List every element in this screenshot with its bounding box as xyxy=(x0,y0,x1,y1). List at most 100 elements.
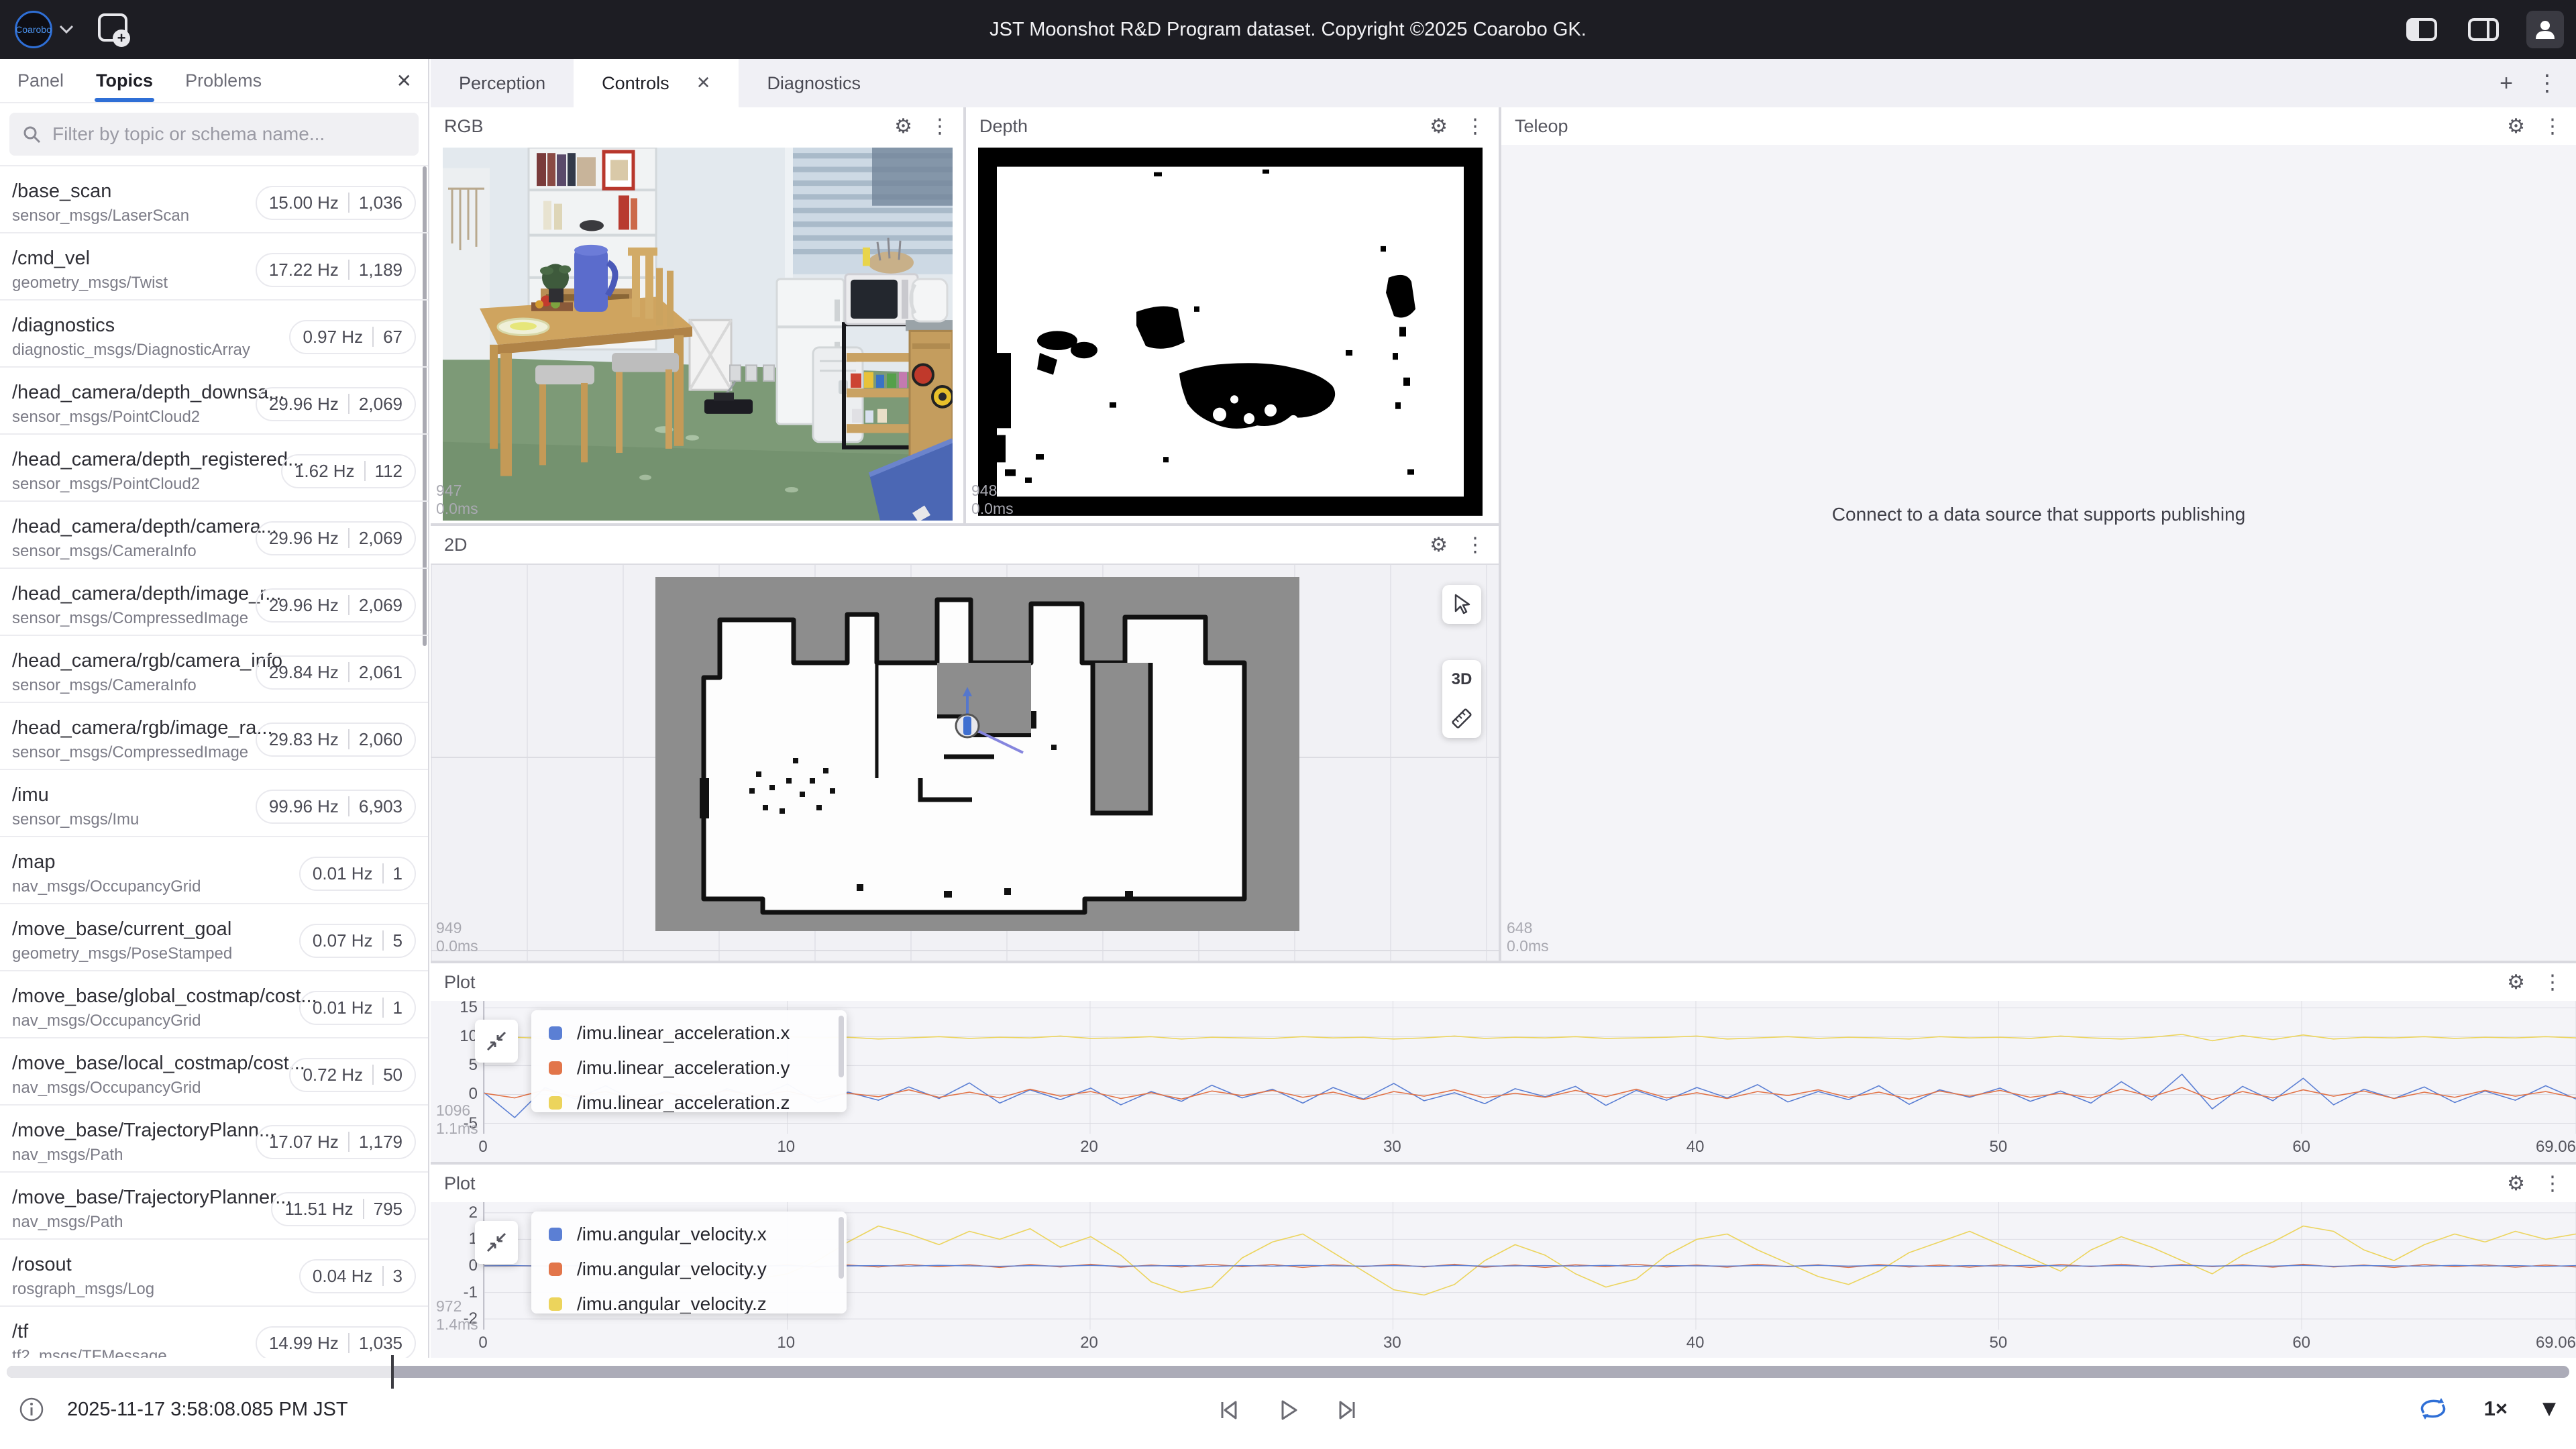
search-input[interactable] xyxy=(51,123,407,146)
topic-list-item[interactable]: /map nav_msgs/OccupancyGrid 0.01 Hz 1 xyxy=(0,837,428,904)
play-button[interactable] xyxy=(1273,1395,1303,1425)
plot-legend[interactable]: /imu.linear_acceleration.x/imu.linear_ac… xyxy=(531,1010,847,1112)
tab-controls[interactable]: Controls ✕ xyxy=(574,59,739,107)
pointer-tool-button[interactable] xyxy=(1442,585,1481,624)
panel-plot-linear-acceleration: Plot ⚙ ⋮ 151050-5 010203040506069.06 xyxy=(431,963,2576,1162)
topic-count: 50 xyxy=(383,1065,402,1085)
topic-list-item[interactable]: /move_base/TrajectoryPlann... nav_msgs/P… xyxy=(0,1106,428,1173)
topic-list-item[interactable]: /move_base/global_costmap/cost... nav_ms… xyxy=(0,971,428,1038)
left-sidebar-toggle-button[interactable] xyxy=(2403,11,2440,48)
topic-list-item[interactable]: /head_camera/rgb/camera_info sensor_msgs… xyxy=(0,636,428,703)
plus-icon: + xyxy=(113,30,130,47)
badge-divider xyxy=(382,998,384,1018)
topic-hz: 29.84 Hz xyxy=(269,662,339,683)
legend-item[interactable]: /imu.linear_acceleration.x xyxy=(531,1016,847,1051)
playhead[interactable] xyxy=(391,1355,394,1389)
gear-icon[interactable]: ⚙ xyxy=(1430,115,1448,138)
topic-filter[interactable] xyxy=(9,113,419,156)
topic-rate-badge: 29.96 Hz 2,069 xyxy=(256,521,416,555)
sidebar-close-icon[interactable]: ✕ xyxy=(396,70,412,92)
legend-item[interactable]: /imu.linear_acceleration.z xyxy=(531,1085,847,1112)
legend-item[interactable]: /imu.angular_velocity.z xyxy=(531,1287,847,1313)
info-icon[interactable] xyxy=(19,1397,44,1422)
topic-list-item[interactable]: /head_camera/depth/camera... sensor_msgs… xyxy=(0,502,428,569)
add-tab-icon[interactable]: + xyxy=(2500,70,2513,97)
topic-list-item[interactable]: /rosout rosgraph_msgs/Log 0.04 Hz 3 xyxy=(0,1240,428,1307)
collapse-legend-button[interactable] xyxy=(475,1221,518,1264)
x-tick-label: 20 xyxy=(1080,1334,1098,1352)
gear-icon[interactable]: ⚙ xyxy=(894,115,912,138)
topic-name: /move_base/TrajectoryPlanner... xyxy=(12,1187,271,1209)
topic-list-item[interactable]: /tf tf2_msgs/TFMessage 14.99 Hz 1,035 xyxy=(0,1307,428,1366)
timeline-scrubber[interactable] xyxy=(7,1366,2569,1378)
topic-list-item[interactable]: /move_base/local_costmap/cost... nav_msg… xyxy=(0,1038,428,1106)
topic-list-item[interactable]: /head_camera/rgb/image_ra... sensor_msgs… xyxy=(0,703,428,770)
legend-item[interactable]: /imu.angular_velocity.x xyxy=(531,1217,847,1252)
sidebar-tab-topics[interactable]: Topics xyxy=(95,61,154,101)
sidebar-tab-panel[interactable]: Panel xyxy=(16,61,65,101)
topic-name: /move_base/local_costmap/cost... xyxy=(12,1053,289,1075)
sidebar-tab-problems[interactable]: Problems xyxy=(184,61,263,101)
app-menu-button[interactable]: Coarobo xyxy=(15,11,74,48)
kebab-menu-icon[interactable]: ⋮ xyxy=(2536,70,2559,97)
skip-forward-button[interactable] xyxy=(1332,1395,1362,1425)
panel-rgb: RGB ⚙ ⋮ xyxy=(431,107,963,523)
legend-item[interactable]: /imu.angular_velocity.y xyxy=(531,1252,847,1287)
measure-tool-button[interactable] xyxy=(1442,699,1481,738)
kebab-menu-icon[interactable]: ⋮ xyxy=(1465,533,1485,557)
depth-camera-scene xyxy=(978,148,1488,521)
topic-schema: nav_msgs/OccupancyGrid xyxy=(12,1012,299,1030)
badge-divider xyxy=(348,193,350,213)
tab-diagnostics[interactable]: Diagnostics xyxy=(739,59,889,107)
rgb-image[interactable] xyxy=(431,145,963,523)
gear-icon[interactable]: ⚙ xyxy=(2507,115,2525,138)
stats-ms: 1.4ms xyxy=(436,1316,478,1334)
topic-list-item[interactable]: /head_camera/depth_downsa... sensor_msgs… xyxy=(0,368,428,435)
topic-list-item[interactable]: /imu sensor_msgs/Imu 99.96 Hz 6,903 xyxy=(0,770,428,837)
topic-list-item[interactable]: /cmd_vel geometry_msgs/Twist 17.22 Hz 1,… xyxy=(0,233,428,301)
x-tick-label: 10 xyxy=(777,1138,795,1157)
legend-scrollbar[interactable] xyxy=(839,1217,844,1279)
kebab-menu-icon[interactable]: ⋮ xyxy=(930,115,950,138)
close-icon[interactable]: ✕ xyxy=(696,73,711,93)
skip-backward-button[interactable] xyxy=(1214,1395,1244,1425)
plot-area[interactable]: 151050-5 010203040506069.06 /imu.linear_… xyxy=(431,1001,2576,1162)
topic-list-item[interactable]: /move_base/current_goal geometry_msgs/Po… xyxy=(0,904,428,971)
topic-list-item[interactable]: /move_base/TrajectoryPlanner... nav_msgs… xyxy=(0,1173,428,1240)
topic-list-item[interactable]: /head_camera/depth_registered... sensor_… xyxy=(0,435,428,502)
topic-list-item[interactable]: /head_camera/depth/image_r... sensor_msg… xyxy=(0,569,428,636)
gear-icon[interactable]: ⚙ xyxy=(1430,533,1448,557)
x-tick-label: 0 xyxy=(478,1334,487,1352)
plot-legend[interactable]: /imu.angular_velocity.x/imu.angular_velo… xyxy=(531,1212,847,1313)
pointer-tool-icon xyxy=(1452,594,1472,615)
render-stats: 949 0.0ms xyxy=(436,919,478,955)
tab-perception[interactable]: Perception xyxy=(431,59,574,107)
stats-count: 648 xyxy=(1507,919,1549,937)
topic-name: /head_camera/depth/camera... xyxy=(12,516,256,538)
badge-divider xyxy=(348,729,350,749)
gear-icon[interactable]: ⚙ xyxy=(2507,971,2525,994)
collapse-legend-button[interactable] xyxy=(475,1020,518,1063)
toggle-3d-button[interactable]: 3D xyxy=(1442,660,1481,699)
kebab-menu-icon[interactable]: ⋮ xyxy=(1465,115,1485,138)
topic-list-item[interactable]: /diagnostics diagnostic_msgs/DiagnosticA… xyxy=(0,301,428,368)
kebab-menu-icon[interactable]: ⋮ xyxy=(2542,115,2563,138)
kebab-menu-icon[interactable]: ⋮ xyxy=(2542,1172,2563,1195)
gear-icon[interactable]: ⚙ xyxy=(2507,1172,2525,1195)
playback-speed[interactable]: 1× xyxy=(2484,1397,2508,1421)
render-stats: 648 0.0ms xyxy=(1507,919,1549,955)
plot-area[interactable]: 210-1-2 010203040506069.06 /imu.angular_… xyxy=(431,1202,2576,1358)
account-button[interactable] xyxy=(2526,11,2564,48)
loop-toggle-button[interactable] xyxy=(2417,1395,2449,1422)
legend-scrollbar[interactable] xyxy=(839,1016,844,1077)
map-viewport[interactable]: 3D xyxy=(431,564,1499,961)
x-tick-label: 50 xyxy=(1990,1334,2008,1352)
legend-item[interactable]: /imu.linear_acceleration.y xyxy=(531,1051,847,1085)
speed-caret-icon[interactable]: ▼ xyxy=(2542,1399,2556,1419)
right-sidebar-toggle-button[interactable] xyxy=(2465,11,2502,48)
topic-hz: 0.01 Hz xyxy=(313,998,373,1018)
kebab-menu-icon[interactable]: ⋮ xyxy=(2542,971,2563,994)
depth-image[interactable] xyxy=(966,145,1499,523)
add-layout-button[interactable]: + xyxy=(97,12,131,47)
topic-list-item[interactable]: /base_scan sensor_msgs/LaserScan 15.00 H… xyxy=(0,166,428,233)
